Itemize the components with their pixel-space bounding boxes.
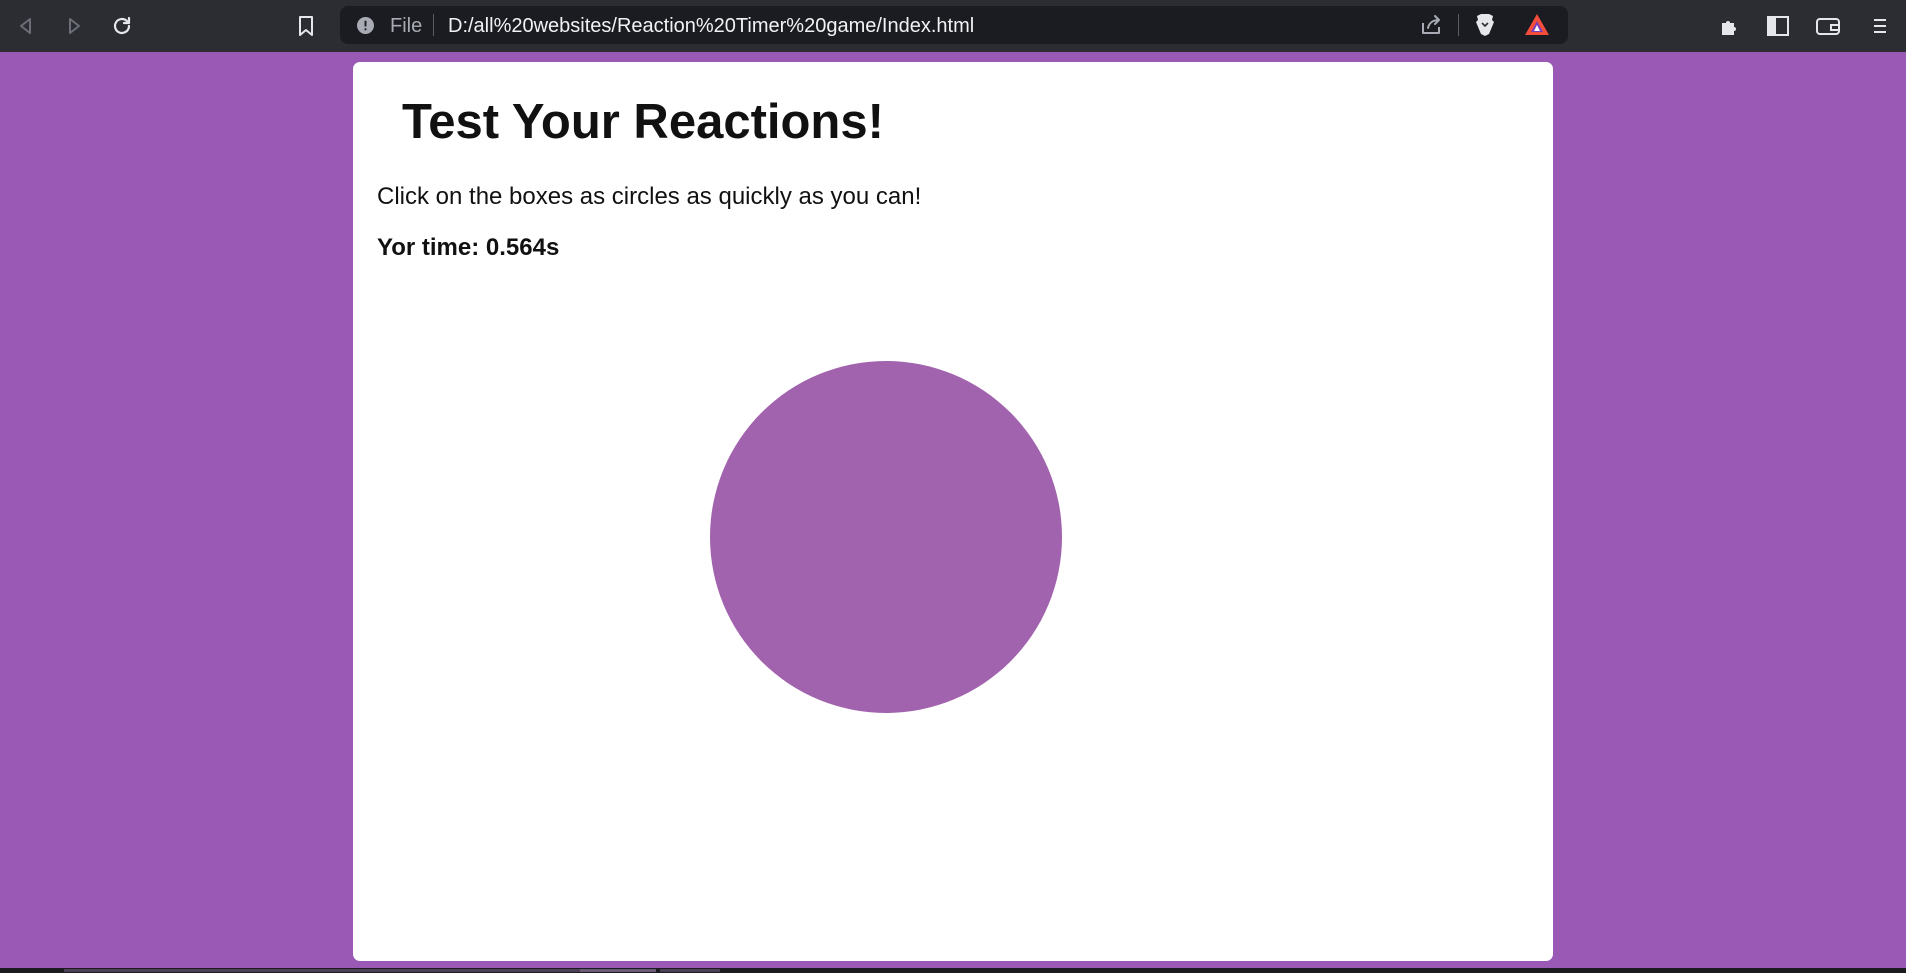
sidebar-icon[interactable] xyxy=(1762,10,1794,42)
address-divider xyxy=(433,14,434,36)
forward-icon[interactable] xyxy=(58,10,90,42)
browser-toolbar: File D:/all%20websites/Reaction%20Timer%… xyxy=(0,0,1906,52)
address-bar[interactable]: File D:/all%20websites/Reaction%20Timer%… xyxy=(340,6,1568,44)
target-circle[interactable] xyxy=(710,361,1062,713)
url-text[interactable]: D:/all%20websites/Reaction%20Timer%20gam… xyxy=(448,16,974,36)
back-icon[interactable] xyxy=(10,10,42,42)
reload-icon[interactable] xyxy=(106,10,138,42)
info-icon[interactable] xyxy=(357,17,374,34)
menu-icon[interactable] xyxy=(1864,10,1896,42)
taskbar-edge xyxy=(0,968,1906,973)
bookmark-icon[interactable] xyxy=(290,10,322,42)
page-title: Test Your Reactions! xyxy=(402,95,884,149)
wallet-icon[interactable] xyxy=(1812,10,1844,42)
instructions-text: Click on the boxes as circles as quickly… xyxy=(377,183,922,210)
reaction-time-display: Yor time: 0.564s xyxy=(377,234,560,261)
brave-rewards-icon[interactable] xyxy=(1524,12,1550,38)
brave-shields-icon[interactable] xyxy=(1472,12,1498,38)
address-divider-2 xyxy=(1458,14,1459,36)
extensions-icon[interactable] xyxy=(1714,10,1746,42)
url-scheme-label: File xyxy=(390,15,423,37)
share-icon[interactable] xyxy=(1418,13,1444,39)
game-card: Test Your Reactions! Click on the boxes … xyxy=(353,62,1553,961)
